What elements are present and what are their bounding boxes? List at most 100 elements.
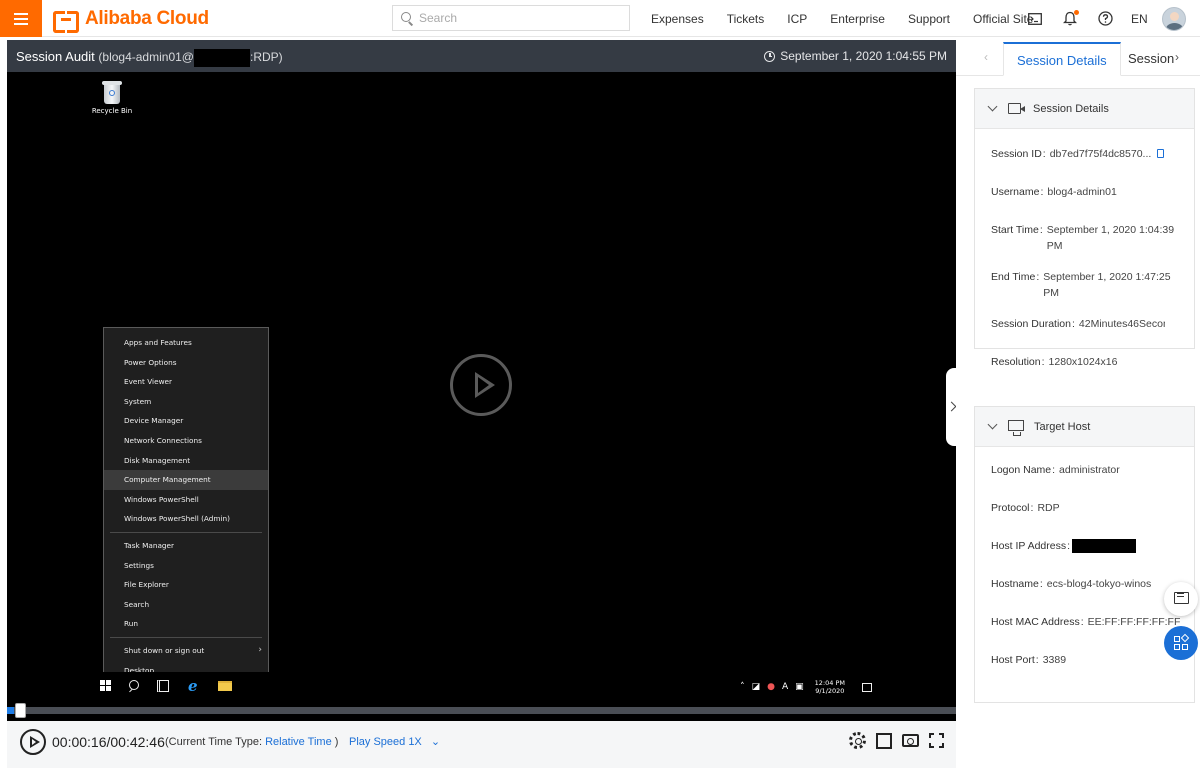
time-type-suffix: ) (331, 736, 339, 748)
menu-item-settings: Settings (124, 560, 154, 570)
session-details-header[interactable]: Session Details (975, 89, 1194, 129)
menu-item-shutdown: Shut down or sign out › (104, 641, 268, 661)
clock-icon (764, 50, 776, 62)
chevron-down-icon (987, 101, 998, 112)
language-selector[interactable]: EN (1131, 12, 1148, 26)
playback-progress-bar[interactable] (7, 703, 956, 718)
help-icon[interactable] (1096, 10, 1114, 28)
screenshot-camera-icon[interactable] (902, 734, 919, 747)
play-speed-dropdown[interactable]: Play Speed 1X ⌄ (349, 735, 440, 748)
time-type-prefix: (Current Time Type: (165, 736, 266, 748)
nav-link-enterprise[interactable]: Enterprise (830, 12, 885, 26)
fullscreen-icon[interactable] (929, 733, 944, 748)
chat-feedback-icon[interactable] (1164, 582, 1198, 616)
target-host-header[interactable]: Target Host (975, 407, 1194, 447)
menu-item-run: Run (124, 619, 138, 629)
file-explorer-icon (218, 681, 232, 691)
nav-link-icp[interactable]: ICP (787, 12, 807, 26)
logon-name-value: administrator (1059, 464, 1120, 476)
search-input[interactable] (419, 11, 619, 25)
avatar[interactable] (1161, 6, 1186, 31)
window-mode-icon[interactable] (876, 732, 892, 749)
tab-session-details[interactable]: Session Details (1003, 42, 1121, 76)
subtitle-suffix: :RDP) (249, 50, 283, 65)
tab-scroll-right-icon[interactable]: › (1175, 50, 1179, 64)
menu-item-file-explorer: File Explorer (124, 580, 169, 590)
progress-knob[interactable] (15, 703, 26, 718)
nav-link-official-site[interactable]: Official Site (973, 12, 1033, 26)
hostname-value: ecs-blog4-tokyo-winos (1046, 578, 1152, 590)
play-overlay-icon[interactable] (450, 354, 512, 416)
menu-item-task-manager: Task Manager (124, 540, 175, 550)
nav-link-support[interactable]: Support (908, 12, 950, 26)
resolution-row: Resolution: 1280x1024x16 (991, 356, 1118, 368)
menu-item-shutdown-label: Shut down or sign out (124, 645, 205, 655)
progress-fill (7, 707, 14, 714)
player-header: Session Audit (blog4-admin01@:RDP) Septe… (7, 40, 956, 72)
apps-grid-icon[interactable] (1164, 626, 1198, 660)
start-time-line1: September 1, 2020 1:04:39 (1046, 224, 1175, 236)
monitor-icon (1008, 419, 1024, 436)
system-tray: ˄ ◪ ● A ▣ 12:04 PM 9/1/2020 (733, 678, 872, 696)
subtitle-prefix: (blog4-admin01@ (98, 50, 194, 65)
menu-item-computer-management: Computer Management (104, 470, 268, 490)
details-tabs: ‹ Session Details Session › (956, 40, 1200, 76)
redacted-host-block (193, 49, 250, 67)
submenu-arrow-icon: › (258, 644, 262, 655)
menu-item-system: System (124, 396, 152, 406)
end-time-line2: PM (1043, 287, 1060, 299)
menu-item-device-manager: Device Manager (124, 416, 184, 426)
search-box[interactable] (392, 5, 630, 31)
host-port-value: 3389 (1042, 654, 1067, 666)
recycle-bin-label: Recycle Bin (91, 107, 133, 115)
hostname-label: Hostname (991, 578, 1039, 590)
username-value: blog4-admin01 (1047, 186, 1117, 198)
tab-scroll-left-icon[interactable]: ‹ (984, 50, 988, 64)
menu-item-powershell: Windows PowerShell (124, 494, 199, 504)
menu-item-search: Search (124, 599, 150, 609)
taskbar-search-icon (128, 680, 140, 692)
protocol-value: RDP (1037, 502, 1060, 514)
protocol-label: Protocol (991, 502, 1030, 514)
logo-text: Alibaba Cloud (85, 8, 209, 29)
top-nav: Alibaba Cloud Expenses Tickets ICP Enter… (0, 0, 1200, 37)
menu-item-disk-management: Disk Management (124, 455, 191, 465)
play-button[interactable] (20, 729, 46, 755)
resolution-label: Resolution (991, 356, 1041, 368)
end-time-line1: September 1, 2020 1:47:25 (1043, 271, 1171, 283)
copy-icon[interactable] (1157, 149, 1165, 158)
remote-desktop-view[interactable]: Recycle Bin Apps and Features Power Opti… (7, 72, 956, 712)
ime-icon: ▣ (795, 682, 804, 692)
taskbar-clock-date: 9/1/2020 (815, 687, 845, 695)
volume-icon: ● (767, 682, 775, 692)
timestamp-text: September 1, 2020 1:04:55 PM (780, 49, 947, 63)
nav-link-tickets[interactable]: Tickets (727, 12, 765, 26)
duration-row: Session Duration: 42Minutes46Seconds (991, 318, 1165, 330)
menu-item-power-options: Power Options (124, 357, 177, 367)
video-camera-icon (1008, 103, 1025, 114)
settings-gear-icon[interactable] (849, 732, 866, 749)
menu-separator (110, 531, 262, 533)
logo[interactable]: Alibaba Cloud (53, 8, 209, 33)
nav-link-expenses[interactable]: Expenses (651, 12, 704, 26)
end-time-value: September 1, 2020 1:47:25 PM (1043, 269, 1170, 301)
time-type-toggle[interactable]: Relative Time (265, 736, 332, 748)
notification-dot (1074, 9, 1079, 15)
host-ip-row: Host IP Address: (991, 538, 1137, 554)
terminal-icon[interactable] (1026, 10, 1044, 28)
menu-item-powershell-admin: Windows PowerShell (Admin) (124, 514, 231, 524)
session-details-card: Session Details Session ID: db7ed7f75f4d… (974, 88, 1195, 368)
windows-context-menu: Apps and Features Power Options Event Vi… (103, 327, 269, 682)
bell-icon[interactable] (1061, 9, 1079, 28)
tray-chevron-icon: ˄ (740, 682, 745, 692)
target-host-title: Target Host (1034, 420, 1091, 433)
playback-time: 00:00:16/00:42:46 (52, 734, 165, 750)
taskbar-clock: 12:04 PM 9/1/2020 (815, 679, 845, 695)
session-details-title: Session Details (1033, 102, 1109, 115)
duration-label: Session Duration (991, 318, 1071, 330)
details-panel: ‹ Session Details Session › Session Deta… (956, 37, 1200, 768)
username-label: Username (991, 186, 1040, 198)
resolution-value: 1280x1024x16 (1048, 356, 1118, 368)
menu-button[interactable] (0, 0, 42, 37)
host-port-row: Host Port: 3389 (991, 654, 1067, 666)
